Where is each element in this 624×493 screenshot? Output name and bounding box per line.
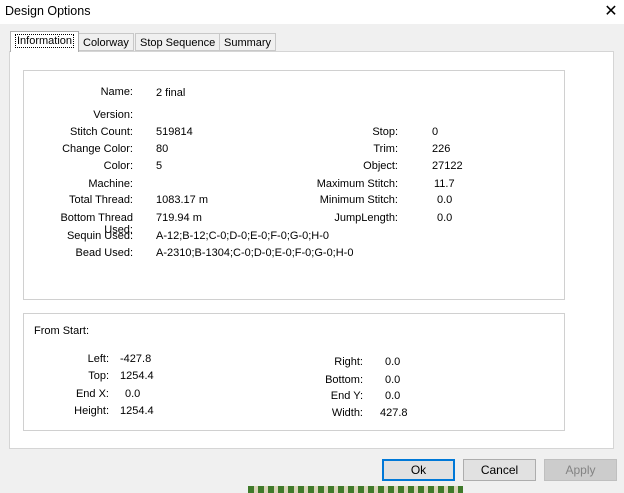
window-title: Design Options	[5, 4, 91, 18]
right-value: 0.0	[385, 356, 401, 368]
tab-stop-sequence[interactable]: Stop Sequence	[135, 33, 221, 51]
end-x-value: 0.0	[125, 388, 141, 400]
left-label: Left:	[87, 353, 109, 365]
change-color-label: Change Color:	[62, 143, 133, 155]
top-value: 1254.4	[120, 370, 154, 382]
tab-colorway[interactable]: Colorway	[78, 33, 134, 51]
color-value: 5	[156, 160, 163, 172]
close-icon[interactable]: ✕	[598, 0, 624, 24]
maximum-stitch-value: 11.7	[434, 178, 455, 190]
left-value: -427.8	[120, 353, 152, 365]
top-label: Top:	[88, 370, 109, 382]
width-label: Width:	[331, 407, 363, 419]
trim-label: Trim:	[373, 143, 398, 155]
stitch-count-label: Stitch Count:	[70, 126, 133, 138]
from-start-heading: From Start:	[34, 325, 90, 337]
jump-length-label: JumpLength:	[334, 212, 398, 224]
object-label: Object:	[363, 160, 398, 172]
bead-value: A-2310;B-1304;C-0;D-0;E-0;F-0;G-0;H-0	[156, 247, 354, 259]
background-canvas-strip	[248, 486, 463, 493]
height-label: Height:	[74, 405, 109, 417]
bead-label: Bead Used:	[75, 247, 133, 259]
sequin-value: A-12;B-12;C-0;D-0;E-0;F-0;G-0;H-0	[156, 230, 329, 242]
trim-value: 226	[432, 143, 451, 155]
bottom-value: 0.0	[385, 374, 401, 386]
height-value: 1254.4	[120, 405, 154, 417]
bottom-label: Bottom:	[325, 374, 363, 386]
version-label: Version:	[93, 109, 133, 121]
name-label: Name:	[100, 86, 133, 98]
tab-information[interactable]: Information	[10, 31, 80, 52]
name-value: 2 final	[156, 87, 186, 99]
jump-length-value: 0.0	[437, 212, 453, 224]
title-bar	[0, 0, 624, 24]
minimum-stitch-label: Minimum Stitch:	[319, 194, 398, 206]
end-y-value: 0.0	[385, 390, 401, 402]
right-label: Right:	[334, 356, 363, 368]
apply-button[interactable]: Apply	[544, 459, 617, 481]
stop-label: Stop:	[372, 126, 398, 138]
stop-value: 0	[432, 126, 439, 138]
stitch-count-value: 519814	[156, 126, 193, 138]
minimum-stitch-value: 0.0	[437, 194, 453, 206]
tab-summary[interactable]: Summary	[219, 33, 277, 51]
width-value: 427.8	[380, 407, 408, 419]
color-label: Color:	[103, 160, 133, 172]
change-color-value: 80	[156, 143, 169, 155]
total-thread-value: 1083.17 m	[156, 194, 208, 206]
end-x-label: End X:	[75, 388, 109, 400]
cancel-button[interactable]: Cancel	[463, 459, 536, 481]
object-value: 27122	[432, 160, 463, 172]
total-thread-label: Total Thread:	[68, 194, 133, 206]
sequin-label: Sequin Used:	[66, 230, 133, 242]
ok-button[interactable]: Ok	[382, 459, 455, 481]
bottom-thread-value: 719.94 m	[156, 212, 202, 224]
maximum-stitch-label: Maximum Stitch:	[316, 178, 398, 190]
end-y-label: End Y:	[330, 390, 363, 402]
machine-label: Machine:	[88, 178, 133, 190]
